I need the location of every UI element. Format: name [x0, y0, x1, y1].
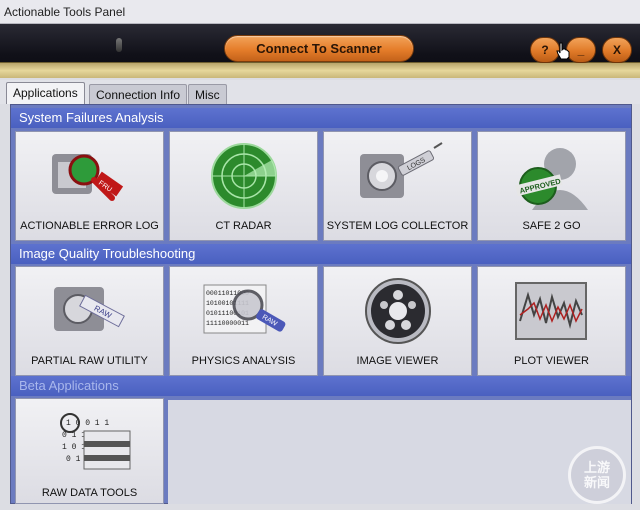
tile-image-viewer[interactable]: IMAGE VIEWER	[323, 266, 472, 376]
tile-partial-raw-utility[interactable]: RAW PARTIAL RAW UTILITY	[15, 266, 164, 376]
tile-label: SAFE 2 GO	[522, 220, 581, 232]
tile-safe-2-go[interactable]: APPROVED SAFE 2 GO	[477, 131, 626, 241]
tile-actionable-error-log[interactable]: FRU ACTIONABLE ERROR LOG	[15, 131, 164, 241]
section-image-quality-troubleshooting: Image Quality Troubleshooting	[11, 244, 631, 264]
section-system-failures-analysis: System Failures Analysis	[11, 108, 631, 128]
header-gold-strip	[0, 62, 640, 78]
tile-plot-viewer[interactable]: PLOT VIEWER	[477, 266, 626, 376]
plot-viewer-icon	[514, 282, 587, 340]
tile-label: PHYSICS ANALYSIS	[191, 355, 296, 367]
tile-label: SYSTEM LOG COLLECTOR	[326, 220, 469, 232]
header-knob-icon	[116, 38, 122, 52]
watermark-logo: 上游 新闻	[568, 446, 626, 504]
log-collector-icon: LOGS	[359, 142, 443, 198]
svg-text:1 0 0 1 1: 1 0 0 1 1	[66, 419, 109, 428]
raw-utility-icon: RAW	[53, 287, 125, 331]
section-beta-applications: Beta Applications	[11, 376, 631, 396]
tile-label: IMAGE VIEWER	[356, 355, 439, 367]
tab-misc[interactable]: Misc	[188, 84, 227, 104]
tile-label: CT RADAR	[215, 220, 272, 232]
tile-system-log-collector[interactable]: LOGS SYSTEM LOG COLLECTOR	[323, 131, 472, 241]
tile-physics-analysis[interactable]: 00011011000 10100101111 01011100101 1111…	[169, 266, 318, 376]
physics-analysis-icon: 00011011000 10100101111 01011100101 1111…	[203, 284, 285, 334]
error-log-magnifier-icon: FRU	[51, 154, 123, 201]
tab-connection-info[interactable]: Connection Info	[89, 84, 188, 104]
app-window: Actionable Tools Panel Connect To Scanne…	[0, 0, 640, 510]
hand-cursor-icon	[556, 42, 570, 60]
tile-label: ACTIONABLE ERROR LOG	[20, 220, 159, 232]
window-title: Actionable Tools Panel	[0, 0, 640, 24]
radar-icon	[210, 143, 277, 209]
close-button[interactable]: X	[602, 37, 632, 63]
tab-applications[interactable]: Applications	[6, 82, 85, 104]
connect-to-scanner-button[interactable]: Connect To Scanner	[224, 35, 414, 62]
image-viewer-icon	[364, 278, 431, 344]
tab-bar: Applications Connection Info Misc	[0, 80, 640, 104]
raw-data-tools-icon: 1 0 0 1 1 0 1 1 1 0 1 1 0 1 0 1 1 0 1 0 …	[59, 413, 130, 470]
tile-label: PARTIAL RAW UTILITY	[31, 355, 148, 367]
svg-text:11110000011: 11110000011	[206, 320, 249, 327]
tile-raw-data-tools[interactable]: 1 0 0 1 1 0 1 1 1 0 1 1 0 1 0 1 1 0 1 0 …	[15, 398, 164, 504]
tile-label: PLOT VIEWER	[514, 355, 589, 367]
empty-tile-area	[168, 400, 631, 504]
approved-person-icon: APPROVED	[514, 148, 588, 210]
minimize-button[interactable]: _	[566, 37, 596, 63]
tile-label: RAW DATA TOOLS	[41, 487, 138, 499]
applications-panel: System Failures Analysis FRU ACTIONABLE …	[10, 104, 632, 504]
tile-ct-radar[interactable]: CT RADAR	[169, 131, 318, 241]
